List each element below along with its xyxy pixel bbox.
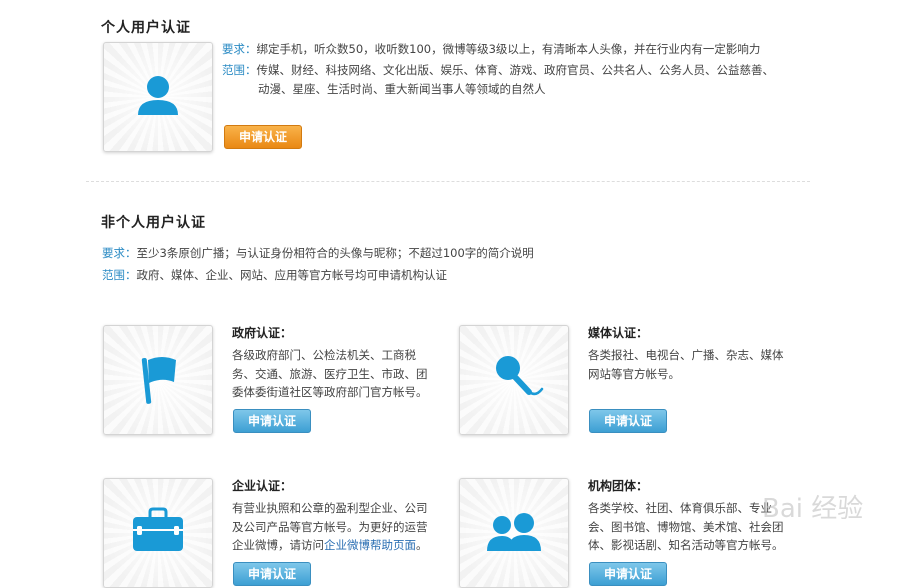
personal-requirement: 要求：绑定手机，听众数50，收听数100，微博等级3级以上，有清晰本人头像，并在… — [222, 39, 760, 59]
media-desc-line: 各类报社、电视台、广播、杂志、媒体 — [588, 348, 784, 362]
enterprise-help-link[interactable]: 企业微博帮助页面 — [324, 538, 416, 552]
briefcase-icon — [133, 507, 183, 551]
group-card-description: 各类学校、社团、体育俱乐部、专业 会、图书馆、博物馆、美术馆、社会团 体、影视话… — [588, 499, 784, 555]
group-apply-button[interactable]: 申请认证 — [589, 562, 667, 586]
group-card-title: 机构团体： — [588, 479, 649, 493]
requirement-label: 要求： — [222, 42, 257, 56]
enterprise-card-title: 企业认证： — [232, 479, 293, 493]
personal-section-title: 个人用户认证 — [101, 20, 191, 36]
section-divider — [86, 181, 810, 182]
personal-scope-line2: 动漫、星座、生活时尚、重大新闻当事人等领域的自然人 — [258, 82, 546, 96]
org-scope: 范围：政府、媒体、企业、网站、应用等官方帐号均可申请机构认证 — [102, 265, 447, 285]
media-card-title: 媒体认证： — [588, 326, 649, 340]
enterprise-desc-line: 及公司产品等官方帐号。为更好的运营 — [232, 519, 428, 534]
group-desc-line: 各类学校、社团、体育俱乐部、专业 — [588, 501, 772, 515]
gov-desc-line: 委体委街道社区等政府部门官方帐号。 — [232, 385, 428, 399]
enterprise-desc-line: 企业微博，请访问企业微博帮助页面。 — [232, 536, 428, 555]
gov-apply-button[interactable]: 申请认证 — [233, 409, 311, 433]
microphone-icon — [496, 356, 544, 396]
enterprise-desc-prefix: 企业微博，请访问 — [232, 538, 324, 552]
person-icon — [138, 76, 178, 115]
gov-card-title: 政府认证： — [232, 326, 293, 340]
org-section-title: 非个人用户认证 — [101, 215, 206, 231]
requirement-text: 绑定手机，听众数50，收听数100，微博等级3级以上，有清晰本人头像，并在行业内… — [256, 42, 761, 56]
scope-text-line1: 传媒、财经、科技网络、文化出版、娱乐、体育、游戏、政府官员、公共名人、公务人员、… — [256, 63, 775, 77]
gov-desc-line: 务、交通、旅游、医疗卫生、市政、团 — [232, 366, 428, 381]
group-tile — [459, 478, 569, 588]
gov-card-description: 各级政府部门、公检法机关、工商税 务、交通、旅游、医疗卫生、市政、团 委体委街道… — [232, 346, 428, 402]
enterprise-apply-button[interactable]: 申请认证 — [233, 562, 311, 586]
media-tile — [459, 325, 569, 435]
media-card-description: 各类报社、电视台、广播、杂志、媒体 网站等官方帐号。 — [588, 346, 784, 383]
group-icon — [487, 513, 541, 551]
org-requirement-label: 要求： — [102, 246, 137, 260]
watermark: Bai 经验 — [762, 494, 864, 524]
scope-label: 范围： — [222, 63, 257, 77]
enterprise-card-description: 有营业执照和公章的盈利型企业、公司 及公司产品等官方帐号。为更好的运营 企业微博… — [232, 499, 428, 555]
org-scope-text: 政府、媒体、企业、网站、应用等官方帐号均可申请机构认证 — [136, 268, 448, 282]
enterprise-tile — [103, 478, 213, 588]
org-scope-label: 范围： — [102, 268, 137, 282]
group-desc-line: 体、影视话剧、知名活动等官方帐号。 — [588, 538, 784, 552]
gov-desc-line: 各级政府部门、公检法机关、工商税 — [232, 348, 416, 362]
media-apply-button[interactable]: 申请认证 — [589, 409, 667, 433]
org-requirement: 要求：至少3条原创广播；与认证身份相符合的头像与昵称；不超过100字的简介说明 — [102, 243, 534, 263]
enterprise-desc-suffix: 。 — [416, 538, 428, 552]
gov-tile — [103, 325, 213, 435]
flag-icon — [141, 357, 176, 404]
enterprise-desc-line: 有营业执照和公章的盈利型企业、公司 — [232, 501, 428, 515]
group-desc-line: 会、图书馆、博物馆、美术馆、社会团 — [588, 519, 784, 534]
media-desc-line: 网站等官方帐号。 — [588, 366, 680, 381]
personal-user-tile — [103, 42, 213, 152]
personal-apply-button[interactable]: 申请认证 — [224, 125, 302, 149]
personal-scope: 范围：传媒、财经、科技网络、文化出版、娱乐、体育、游戏、政府官员、公共名人、公务… — [222, 60, 774, 80]
org-requirement-text: 至少3条原创广播；与认证身份相符合的头像与昵称；不超过100字的简介说明 — [136, 246, 534, 260]
